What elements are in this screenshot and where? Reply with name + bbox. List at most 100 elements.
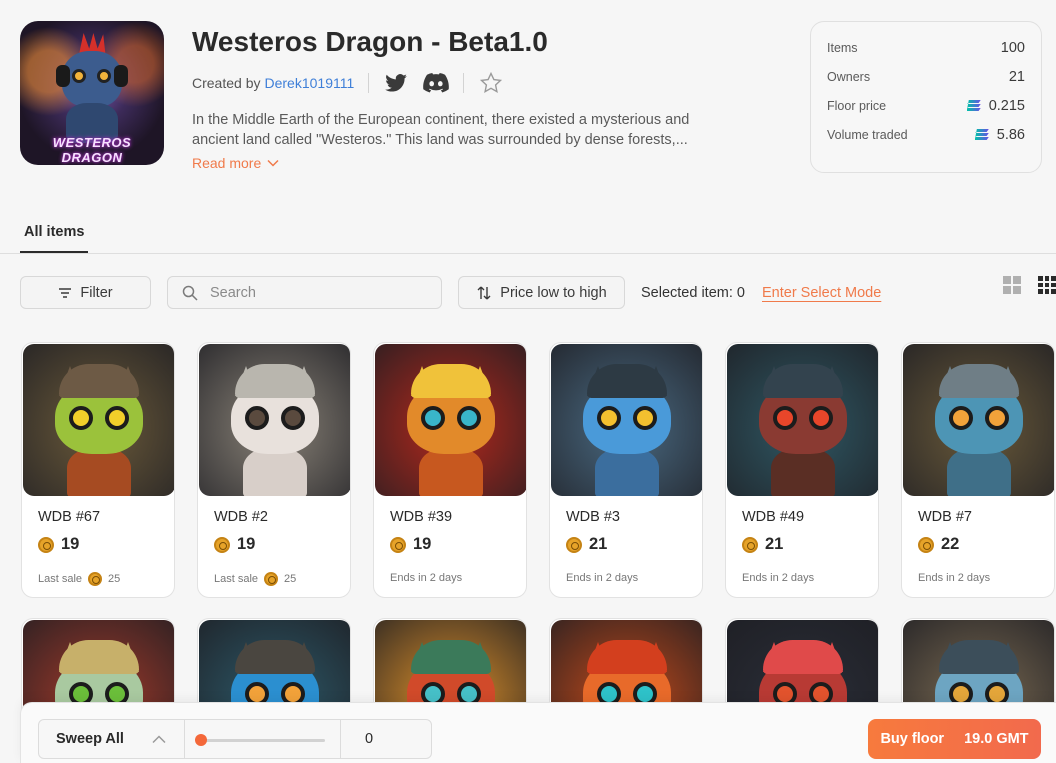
nft-name: WDB #67 [38,509,101,525]
nft-footer: Last sale 25 [214,572,296,586]
search-input[interactable] [210,284,430,301]
sort-label: Price low to high [500,284,607,301]
twitter-icon[interactable] [383,72,409,94]
buy-floor-button[interactable]: Buy floor 19.0 GMT [868,719,1041,759]
stat-label: Volume traded [827,127,908,142]
selected-count: Selected item: 0 [641,285,745,301]
gmt-coin-icon [742,536,758,553]
stat-items: Items 100 [827,33,1025,62]
nft-footer: Ends in 2 days [390,572,462,584]
nft-card[interactable]: WDB #2 19 Last sale 25 [197,342,351,598]
divider [368,73,370,93]
enter-select-mode-link[interactable]: Enter Select Mode [762,285,881,301]
buy-floor-label: Buy floor [880,731,945,747]
last-sale-price: 25 [108,573,121,585]
filter-button[interactable]: Filter [20,276,151,309]
tabs-divider [0,253,1056,254]
slider-thumb[interactable] [195,734,207,746]
stat-floor-price: Floor price 0.215 [827,91,1025,120]
gmt-coin-icon [390,536,406,553]
sort-icon [477,286,491,299]
nft-price: 22 [918,535,959,554]
nft-name: WDB #2 [214,509,268,525]
cover-logo-text: WESTEROS DRAGON [52,135,132,165]
nft-price: 21 [742,535,783,554]
sweep-bar: Sweep All 0 Buy floor 19.0 GMT [20,702,1056,763]
nft-price-value: 21 [589,535,608,553]
divider [463,73,465,93]
filter-label: Filter [80,284,113,301]
nft-name: WDB #49 [742,509,805,525]
nft-card[interactable]: WDB #49 21 Ends in 2 days [725,342,879,598]
stat-label: Floor price [827,98,887,113]
nft-image [551,344,702,496]
collection-title: Westeros Dragon - Beta1.0 [192,26,548,57]
sort-dropdown[interactable]: Price low to high [458,276,625,309]
tab-all-items[interactable]: All items [20,216,89,254]
nft-footer-label: Ends in 2 days [566,572,639,584]
nft-footer: Last sale 25 [38,572,120,586]
stat-label: Owners [827,69,871,84]
stat-value: 0.215 [988,97,1025,114]
filter-icon [59,287,72,298]
last-sale-price: 25 [284,573,297,585]
stat-value: 5.86 [996,126,1025,143]
search-icon [182,285,198,301]
sweep-control: Sweep All 0 [38,719,432,759]
stat-volume-traded: Volume traded 5.86 [827,120,1025,149]
read-more-label: Read more [192,155,262,171]
read-more-link[interactable]: Read more [192,155,279,171]
gmt-coin-icon [264,572,279,586]
nft-footer-label: Last sale [214,573,259,585]
solana-icon [974,129,989,140]
nft-footer-label: Ends in 2 days [742,572,815,584]
creator-row: Created by Derek1019111 [192,71,504,94]
nft-name: WDB #7 [918,509,972,525]
solana-icon [966,100,981,111]
nft-price-value: 19 [61,535,80,553]
stat-owners: Owners 21 [827,62,1025,91]
gmt-coin-icon [88,572,103,586]
stat-value: 21 [1008,68,1025,85]
gmt-coin-icon [918,536,934,553]
collection-cover-image: WESTEROS DRAGON [20,21,164,165]
nft-footer-label: Last sale [38,573,83,585]
nft-card[interactable]: WDB #39 19 Ends in 2 days [373,342,527,598]
nft-price: 19 [38,535,79,554]
sweep-slider[interactable] [185,720,341,758]
nft-footer: Ends in 2 days [566,572,638,584]
nft-image [199,344,350,496]
nft-price-value: 21 [765,535,784,553]
nft-image [23,344,174,496]
chevron-up-icon [152,734,166,743]
nft-name: WDB #3 [566,509,620,525]
sweep-count-input[interactable]: 0 [341,731,431,747]
stat-label: Items [827,40,858,55]
nft-card[interactable]: WDB #67 19 Last sale 25 [21,342,175,598]
nft-name: WDB #39 [390,509,453,525]
sweep-all-toggle[interactable]: Sweep All [39,720,185,758]
creator-link[interactable]: Derek1019111 [264,75,354,91]
small-grid-view-icon[interactable] [1038,276,1056,294]
nft-image [375,344,526,496]
nft-footer: Ends in 2 days [742,572,814,584]
stat-value: 100 [1000,39,1025,56]
nft-image [903,344,1054,496]
search-box[interactable] [167,276,442,309]
favorite-star-icon[interactable] [478,71,504,94]
collection-stats-panel: Items 100 Owners 21 Floor price 0.215 Vo… [810,21,1042,173]
nft-price-value: 19 [413,535,432,553]
nft-card[interactable]: WDB #7 22 Ends in 2 days [901,342,1055,598]
nft-price-value: 22 [941,535,960,553]
nft-price: 21 [566,535,607,554]
gmt-coin-icon [38,536,54,553]
nft-footer: Ends in 2 days [918,572,990,584]
collection-description: In the Middle Earth of the European cont… [192,112,690,148]
discord-icon[interactable] [423,72,450,94]
buy-floor-price: 19.0 GMT [964,731,1029,747]
nft-card[interactable]: WDB #3 21 Ends in 2 days [549,342,703,598]
nft-price: 19 [390,535,431,554]
large-grid-view-icon[interactable] [1003,276,1021,294]
gmt-coin-icon [566,536,582,553]
gmt-coin-icon [214,536,230,553]
